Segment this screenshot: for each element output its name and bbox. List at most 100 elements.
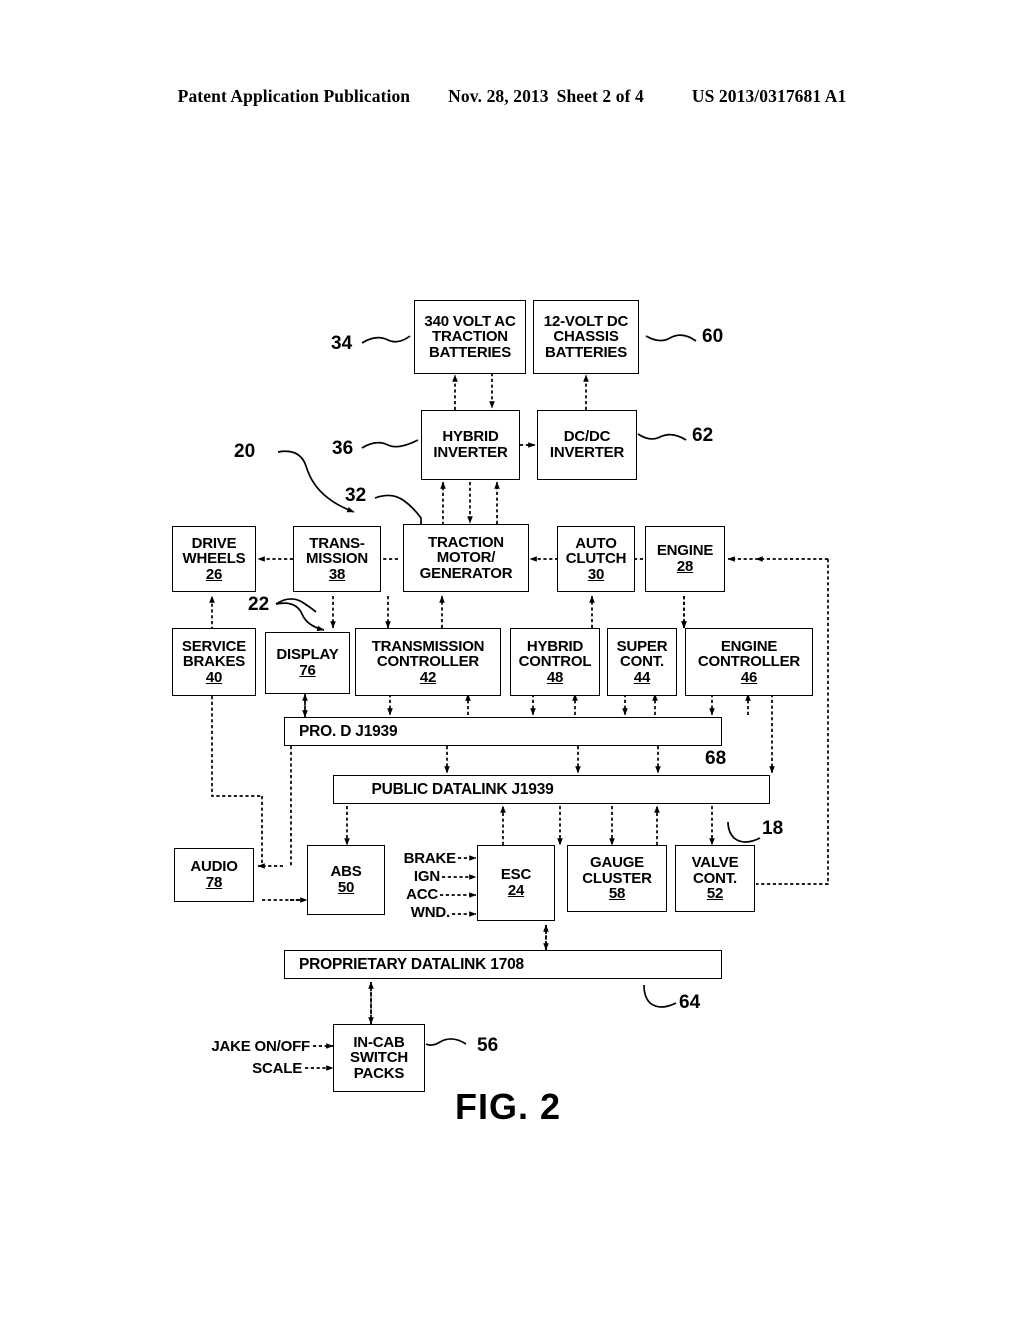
block-line: CONT. (619, 653, 664, 671)
bus-label: PROPRIETARY DATALINK 1708 (299, 955, 524, 973)
block-engine[interactable]: ENGINE 28 (645, 526, 725, 592)
block-line: HYBRID (526, 637, 584, 655)
block-chassis-batteries[interactable]: 12-VOLT DC CHASSIS BATTERIES (533, 300, 639, 374)
esc-input-ign: IGN (413, 868, 440, 885)
ref-numeral-22: 22 (248, 594, 270, 615)
block-line: AUDIO (190, 858, 238, 876)
block-line: GENERATOR (419, 564, 513, 582)
block-number: 38 (328, 565, 346, 583)
block-in-cab-switch-packs[interactable]: IN-CAB SWITCH PACKS (333, 1024, 425, 1092)
block-line: PACKS (353, 1064, 405, 1082)
ref-numeral-32: 32 (345, 485, 367, 506)
block-number: 30 (587, 565, 605, 583)
figure-2-block-diagram: 340 VOLT AC TRACTION BATTERIES 12-VOLT D… (0, 0, 1024, 1320)
block-line: CONTROLLER (697, 653, 801, 671)
block-number: 42 (419, 668, 437, 686)
ref-numeral-56: 56 (477, 1035, 499, 1056)
block-line: ENGINE (656, 542, 714, 560)
block-line: CLUSTER (582, 869, 652, 887)
block-line: TRACTION (432, 328, 508, 346)
block-number: 52 (706, 885, 724, 903)
block-esc[interactable]: ESC 24 (477, 845, 555, 921)
block-display[interactable]: DISPLAY 76 (265, 632, 350, 694)
block-line: DC/DC (563, 428, 611, 446)
block-line: CHASSIS (553, 328, 619, 346)
block-line: WHEELS (182, 550, 246, 568)
block-line: AUTO (575, 534, 617, 552)
switch-input-jake-on-off: JAKE ON/OFF (211, 1038, 310, 1055)
block-line: 12-VOLT DC (543, 312, 629, 330)
block-traction-batteries[interactable]: 340 VOLT AC TRACTION BATTERIES (414, 300, 526, 374)
block-number: 44 (633, 668, 651, 686)
block-transmission-controller[interactable]: TRANSMISSION CONTROLLER 42 (355, 628, 501, 696)
block-line: MOTOR/ (436, 549, 496, 567)
block-drive-wheels[interactable]: DRIVE WHEELS 26 (172, 526, 256, 592)
block-number: 24 (507, 882, 525, 899)
switch-input-scale: SCALE (252, 1060, 302, 1077)
block-hybrid-inverter[interactable]: HYBRID INVERTER (421, 410, 520, 480)
block-line: DISPLAY (276, 646, 339, 664)
block-line: CONT. (692, 869, 737, 887)
block-number: 48 (546, 668, 564, 686)
block-line: BRAKES (182, 653, 246, 671)
block-line: 340 VOLT AC (424, 312, 516, 330)
block-line: ENGINE (720, 637, 778, 655)
block-transmission[interactable]: TRANS- MISSION 38 (293, 526, 381, 592)
block-line: SERVICE (181, 637, 247, 655)
ref-numeral-68: 68 (705, 748, 727, 769)
block-line: BATTERIES (544, 343, 628, 361)
block-abs[interactable]: ABS 50 (307, 845, 385, 915)
block-dcdc-inverter[interactable]: DC/DC INVERTER (537, 410, 637, 480)
block-line: SUPER (616, 637, 668, 655)
ref-numeral-34: 34 (331, 333, 353, 354)
block-line: MISSION (306, 550, 368, 568)
block-auto-clutch[interactable]: AUTO CLUTCH 30 (557, 526, 635, 592)
block-line: CONTROL (518, 653, 592, 671)
block-line: GAUGE (589, 854, 644, 872)
block-line: HYBRID (442, 428, 499, 446)
block-service-brakes[interactable]: SERVICE BRAKES 40 (172, 628, 256, 696)
esc-input-brake: BRAKE (403, 850, 457, 867)
block-number: 58 (608, 885, 626, 903)
block-line: TRANS- (309, 534, 365, 552)
ref-numeral-36: 36 (332, 438, 354, 459)
ref-numeral-64: 64 (679, 992, 701, 1013)
block-super-cont[interactable]: SUPER CONT. 44 (607, 628, 677, 696)
esc-input-acc: ACC (406, 886, 438, 903)
ref-numeral-62: 62 (692, 425, 714, 446)
block-number: 78 (205, 874, 223, 891)
block-line: TRANSMISSION (371, 637, 485, 655)
block-number: 40 (205, 668, 223, 686)
ref-numeral-20: 20 (234, 441, 256, 462)
block-traction-motor-generator[interactable]: TRACTION MOTOR/ GENERATOR (403, 524, 529, 592)
block-number: 26 (205, 565, 223, 583)
block-line: TRACTION (428, 533, 504, 551)
bus-label: PRO. D J1939 (299, 722, 398, 740)
bus-label: PUBLIC DATALINK J1939 (371, 780, 554, 798)
block-line: ABS (330, 863, 362, 881)
block-engine-controller[interactable]: ENGINE CONTROLLER 46 (685, 628, 813, 696)
block-line: ESC (500, 866, 532, 884)
bus-pro-d-j1939[interactable]: PRO. D J1939 (284, 717, 722, 746)
block-line: CLUTCH (565, 550, 627, 568)
block-line: VALVE (691, 854, 739, 872)
ref-numeral-60: 60 (702, 326, 724, 347)
block-hybrid-control[interactable]: HYBRID CONTROL 48 (510, 628, 600, 696)
block-line: SWITCH (350, 1049, 408, 1067)
bus-proprietary-datalink-1708[interactable]: PROPRIETARY DATALINK 1708 (284, 950, 722, 979)
block-line: INVERTER (433, 444, 508, 461)
block-valve-cont[interactable]: VALVE CONT. 52 (675, 845, 755, 912)
block-number: 28 (676, 558, 694, 575)
ref-numeral-18: 18 (762, 818, 784, 839)
esc-input-wnd: WND. (410, 904, 450, 921)
bus-public-datalink-j1939[interactable]: PUBLIC DATALINK J1939 (333, 775, 770, 804)
block-line: INVERTER (549, 444, 625, 461)
block-line: BATTERIES (428, 343, 512, 361)
block-number: 46 (740, 668, 758, 686)
block-audio[interactable]: AUDIO 78 (174, 848, 254, 902)
block-line: CONTROLLER (376, 653, 480, 671)
block-gauge-cluster[interactable]: GAUGE CLUSTER 58 (567, 845, 667, 912)
block-number: 50 (337, 879, 355, 896)
block-number: 76 (299, 662, 316, 679)
block-line: DRIVE (191, 534, 237, 552)
